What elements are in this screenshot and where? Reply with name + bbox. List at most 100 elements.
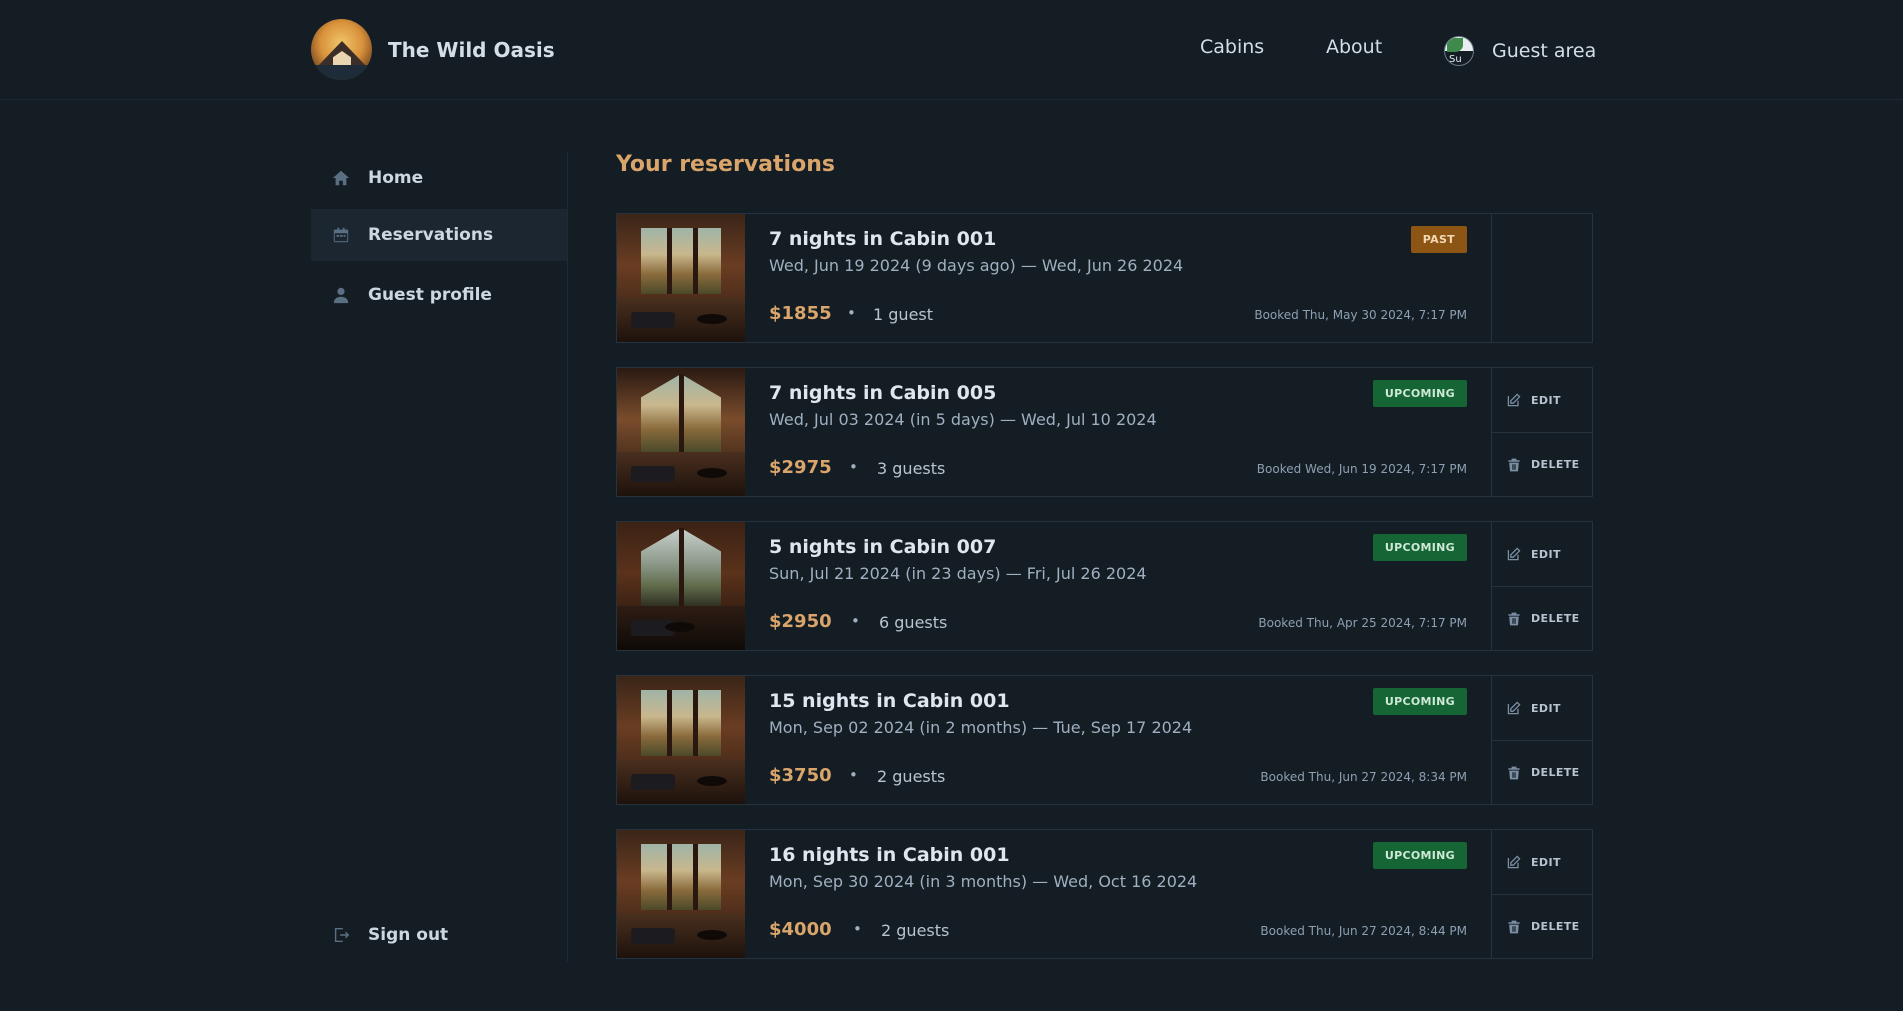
reservation-card: 5 nights in Cabin 007 Sun, Jul 21 2024 (… <box>616 521 1593 651</box>
reservation-details: 7 nights in Cabin 005 Wed, Jul 03 2024 (… <box>745 368 1492 496</box>
reservation-actions: EDIT DELETE <box>1492 368 1592 496</box>
reservation-dates: Wed, Jul 03 2024 (in 5 days) — Wed, Jul … <box>769 410 1157 429</box>
delete-label: DELETE <box>1531 612 1580 625</box>
reservation-card: 7 nights in Cabin 001 Wed, Jun 19 2024 (… <box>616 213 1593 343</box>
pencil-icon <box>1507 393 1521 407</box>
trash-icon <box>1508 920 1520 933</box>
reservation-guests: 6 guests <box>879 613 948 632</box>
reservation-dates: Mon, Sep 02 2024 (in 2 months) — Tue, Se… <box>769 718 1193 737</box>
reservation-guests: 3 guests <box>877 459 946 478</box>
reservation-dates: Wed, Jun 19 2024 (9 days ago) — Wed, Jun… <box>769 256 1184 275</box>
reservation-price: $1855 <box>769 303 832 324</box>
logo-text: The Wild Oasis <box>388 37 555 62</box>
logo-link[interactable]: The Wild Oasis <box>311 19 555 80</box>
reservation-price: $2950 <box>769 611 832 632</box>
reservation-dates: Mon, Sep 30 2024 (in 3 months) — Wed, Oc… <box>769 872 1198 891</box>
cabin-image <box>617 830 745 958</box>
sidebar-item-guest-profile[interactable]: Guest profile <box>311 269 567 321</box>
status-badge: PAST <box>1410 226 1467 253</box>
sidebar-item-home[interactable]: Home <box>311 152 567 204</box>
status-badge: UPCOMING <box>1372 842 1467 869</box>
reservation-booked-date: Booked Thu, Apr 25 2024, 7:17 PM <box>1258 616 1467 630</box>
sidebar-item-label: Reservations <box>368 225 494 245</box>
reservation-title: 7 nights in Cabin 005 <box>769 382 997 404</box>
separator-dot: • <box>849 458 858 476</box>
pencil-icon <box>1507 547 1521 561</box>
sign-out-icon <box>334 927 350 943</box>
user-icon <box>333 287 349 304</box>
edit-label: EDIT <box>1531 701 1561 715</box>
status-badge: UPCOMING <box>1372 688 1467 715</box>
status-badge: UPCOMING <box>1372 534 1467 561</box>
sign-out-button[interactable]: Sign out <box>311 909 567 961</box>
home-icon <box>332 170 350 186</box>
guest-area-label: Guest area <box>1492 40 1597 62</box>
reservation-card: 7 nights in Cabin 005 Wed, Jul 03 2024 (… <box>616 367 1593 497</box>
reservation-guests: 1 guest <box>873 305 934 324</box>
reservation-title: 5 nights in Cabin 007 <box>769 536 997 558</box>
reservation-title: 15 nights in Cabin 001 <box>769 690 1010 712</box>
edit-label: EDIT <box>1531 855 1561 869</box>
sidebar-item-label: Home <box>368 168 424 188</box>
reservation-price: $3750 <box>769 765 832 786</box>
delete-button[interactable]: DELETE <box>1492 740 1592 804</box>
reservation-booked-date: Booked Wed, Jun 19 2024, 7:17 PM <box>1256 462 1467 476</box>
separator-dot: • <box>851 612 860 630</box>
delete-button[interactable]: DELETE <box>1492 586 1592 650</box>
reservation-details: 15 nights in Cabin 001 Mon, Sep 02 2024 … <box>745 676 1492 804</box>
reservation-title: 16 nights in Cabin 001 <box>769 844 1010 866</box>
delete-label: DELETE <box>1531 458 1580 471</box>
reservation-card: 15 nights in Cabin 001 Mon, Sep 02 2024 … <box>616 675 1593 805</box>
reservation-actions: EDIT DELETE <box>1492 522 1592 650</box>
reservation-actions <box>1492 214 1592 342</box>
sidebar: Home Reservations Guest profile Sign out <box>311 152 568 962</box>
sidebar-item-label: Guest profile <box>368 285 492 305</box>
header: The Wild Oasis Cabins About Su Guest are… <box>0 0 1903 100</box>
delete-label: DELETE <box>1531 920 1580 933</box>
edit-button[interactable]: EDIT <box>1492 368 1592 432</box>
trash-icon <box>1508 458 1520 471</box>
delete-button[interactable]: DELETE <box>1492 432 1592 496</box>
nav-link-about[interactable]: About <box>1326 36 1382 58</box>
reservation-card: 16 nights in Cabin 001 Mon, Sep 30 2024 … <box>616 829 1593 959</box>
reservation-price: $4000 <box>769 919 832 940</box>
status-badge: UPCOMING <box>1372 380 1467 407</box>
cabin-image <box>617 368 745 496</box>
delete-label: DELETE <box>1531 766 1580 779</box>
nav-link-cabins[interactable]: Cabins <box>1200 36 1264 58</box>
reservation-dates: Sun, Jul 21 2024 (in 23 days) — Fri, Jul… <box>769 564 1147 583</box>
calendar-icon <box>333 227 349 243</box>
reservation-title: 7 nights in Cabin 001 <box>769 228 997 250</box>
edit-button[interactable]: EDIT <box>1492 830 1592 894</box>
reservation-booked-date: Booked Thu, Jun 27 2024, 8:34 PM <box>1260 770 1467 784</box>
reservation-booked-date: Booked Thu, May 30 2024, 7:17 PM <box>1254 308 1467 322</box>
reservation-price: $2975 <box>769 457 832 478</box>
edit-button[interactable]: EDIT <box>1492 522 1592 586</box>
reservation-guests: 2 guests <box>877 767 946 786</box>
separator-dot: • <box>849 766 858 784</box>
reservation-details: 5 nights in Cabin 007 Sun, Jul 21 2024 (… <box>745 522 1492 650</box>
logo-image <box>311 19 372 80</box>
separator-dot: • <box>853 920 862 938</box>
pencil-icon <box>1507 701 1521 715</box>
reservation-actions: EDIT DELETE <box>1492 676 1592 804</box>
avatar: Su <box>1444 36 1474 66</box>
reservation-guests: 2 guests <box>881 921 950 940</box>
edit-button[interactable]: EDIT <box>1492 676 1592 740</box>
sidebar-item-reservations[interactable]: Reservations <box>311 209 567 261</box>
page-title: Your reservations <box>616 152 835 177</box>
reservation-details: 16 nights in Cabin 001 Mon, Sep 30 2024 … <box>745 830 1492 958</box>
reservation-booked-date: Booked Thu, Jun 27 2024, 8:44 PM <box>1260 924 1467 938</box>
nav-link-guest-area[interactable]: Su Guest area <box>1444 36 1596 66</box>
edit-label: EDIT <box>1531 547 1561 561</box>
edit-label: EDIT <box>1531 393 1561 407</box>
pencil-icon <box>1507 855 1521 869</box>
delete-button[interactable]: DELETE <box>1492 894 1592 958</box>
reservation-details: 7 nights in Cabin 001 Wed, Jun 19 2024 (… <box>745 214 1492 342</box>
reservation-actions: EDIT DELETE <box>1492 830 1592 958</box>
cabin-image <box>617 522 745 650</box>
cabin-image <box>617 676 745 804</box>
sign-out-label: Sign out <box>368 925 449 945</box>
avatar-alt-text: Su <box>1449 54 1462 65</box>
separator-dot: • <box>847 304 856 322</box>
